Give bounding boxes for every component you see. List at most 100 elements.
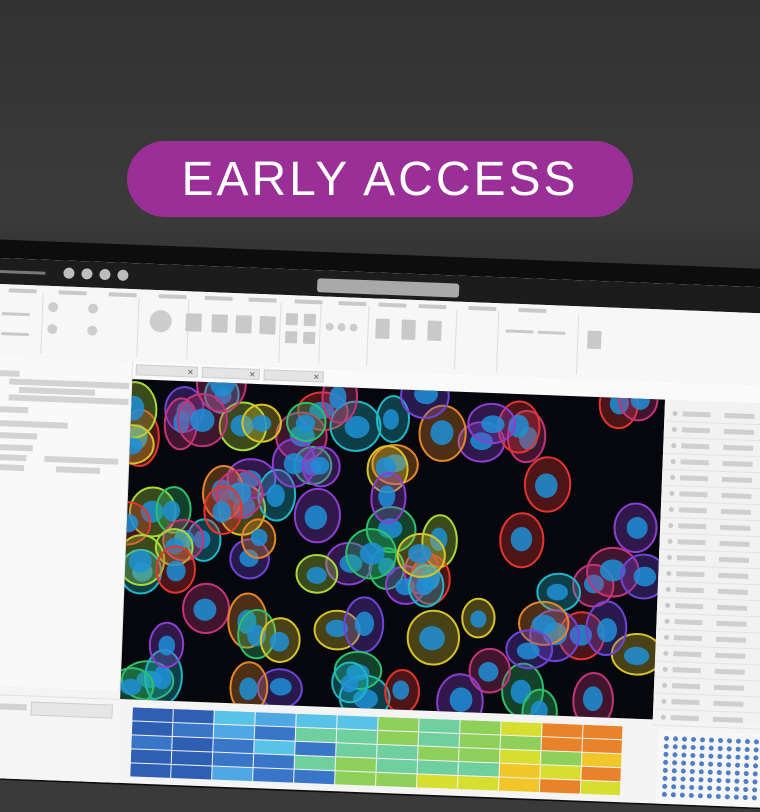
ribbon-button[interactable] (285, 313, 299, 326)
well-dot[interactable] (743, 786, 749, 793)
window-dot-icon[interactable] (117, 269, 129, 281)
well-dot[interactable] (690, 736, 697, 743)
ribbon-button[interactable] (185, 313, 203, 332)
ribbon-button[interactable] (325, 322, 334, 331)
well-dot[interactable] (680, 768, 686, 774)
well-dot[interactable] (752, 771, 758, 777)
well-dot[interactable] (716, 769, 722, 776)
well-dot[interactable] (725, 762, 732, 768)
well-dot[interactable] (689, 776, 695, 783)
well-dot[interactable] (672, 744, 678, 750)
well-dot[interactable] (735, 754, 741, 760)
well-dot[interactable] (671, 784, 677, 790)
well-dot[interactable] (735, 738, 742, 744)
well-dot[interactable] (743, 770, 749, 777)
cell[interactable] (155, 545, 196, 594)
well-dot[interactable] (688, 792, 694, 799)
well-dot[interactable] (699, 761, 705, 767)
well-dot[interactable] (742, 794, 748, 801)
well-dot[interactable] (734, 778, 740, 784)
well-dot[interactable] (681, 736, 688, 742)
microscopy-image-view[interactable] (120, 379, 666, 720)
cell[interactable] (293, 487, 341, 544)
well-dot[interactable] (717, 745, 723, 752)
cell[interactable] (370, 472, 407, 524)
well-dot[interactable] (698, 785, 704, 791)
cell[interactable] (345, 528, 398, 580)
well-dot[interactable] (743, 762, 750, 769)
window-dot-icon[interactable] (63, 267, 75, 279)
cell[interactable] (286, 401, 327, 442)
image-tab[interactable]: × (201, 366, 260, 381)
well-dot[interactable] (690, 744, 696, 751)
well-dot[interactable] (753, 747, 759, 753)
well-dot[interactable] (744, 746, 750, 753)
ribbon-button[interactable] (586, 330, 602, 350)
well-dot[interactable] (707, 769, 713, 775)
cell[interactable] (572, 671, 614, 720)
well-dot[interactable] (663, 735, 670, 742)
well-dot[interactable] (708, 737, 715, 743)
ribbon-button[interactable] (505, 329, 534, 334)
ribbon-button[interactable] (303, 313, 317, 327)
well-dot[interactable] (671, 776, 677, 782)
ribbon-button[interactable] (259, 316, 276, 335)
ribbon-button[interactable] (87, 325, 98, 336)
cell[interactable] (176, 393, 228, 448)
well-dot[interactable] (662, 767, 668, 774)
image-tab[interactable]: × (135, 364, 198, 378)
search-bar[interactable] (316, 278, 460, 298)
well-dot[interactable] (752, 763, 759, 769)
well-dot[interactable] (672, 760, 678, 766)
ribbon-button[interactable] (211, 314, 228, 333)
ribbon-button[interactable] (401, 319, 416, 340)
well-dot[interactable] (716, 777, 722, 784)
well-dot[interactable] (707, 761, 714, 767)
well-dot[interactable] (743, 778, 749, 785)
well-dot[interactable] (662, 775, 668, 782)
well-dot[interactable] (706, 793, 712, 799)
cell[interactable] (148, 621, 185, 669)
well-dot[interactable] (689, 784, 695, 791)
well-dot[interactable] (697, 793, 703, 799)
well-dot[interactable] (726, 738, 733, 744)
well-dot[interactable] (735, 746, 741, 752)
window-dot-icon[interactable] (99, 268, 111, 281)
ribbon-button[interactable] (337, 323, 346, 332)
well-dot[interactable] (707, 777, 713, 783)
dropdown[interactable] (30, 701, 113, 719)
well-dot[interactable] (725, 778, 731, 784)
ribbon-button[interactable] (427, 320, 442, 341)
cell[interactable] (384, 669, 421, 715)
ribbon-button[interactable] (375, 318, 390, 339)
ribbon-button[interactable] (149, 309, 173, 333)
well-dot[interactable] (680, 784, 686, 790)
well-dot[interactable] (663, 743, 669, 750)
cell[interactable] (343, 596, 385, 653)
well-dot[interactable] (715, 793, 721, 800)
well-dot[interactable] (725, 786, 731, 792)
well-dot[interactable] (699, 753, 705, 759)
well-dot[interactable] (726, 754, 732, 760)
window-dot-icon[interactable] (81, 268, 93, 280)
ribbon-button[interactable] (537, 330, 566, 335)
well-dot[interactable] (679, 792, 685, 798)
well-dot[interactable] (744, 754, 750, 761)
cell[interactable] (499, 512, 545, 569)
well-dot[interactable] (708, 745, 714, 751)
well-dot[interactable] (699, 737, 706, 743)
well-dot[interactable] (725, 770, 731, 776)
well-dot[interactable] (661, 791, 667, 797)
well-dot[interactable] (717, 753, 723, 760)
image-tab[interactable]: × (263, 369, 324, 383)
well-dot[interactable] (670, 792, 676, 798)
cell[interactable] (406, 609, 461, 666)
well-dot[interactable] (681, 752, 687, 758)
cell[interactable] (295, 553, 339, 594)
well-dot[interactable] (663, 751, 669, 758)
well-dot[interactable] (734, 762, 741, 768)
ribbon-button[interactable] (47, 301, 59, 313)
well-dot[interactable] (734, 786, 740, 792)
well-dot[interactable] (680, 776, 686, 782)
well-dot[interactable] (733, 794, 739, 800)
